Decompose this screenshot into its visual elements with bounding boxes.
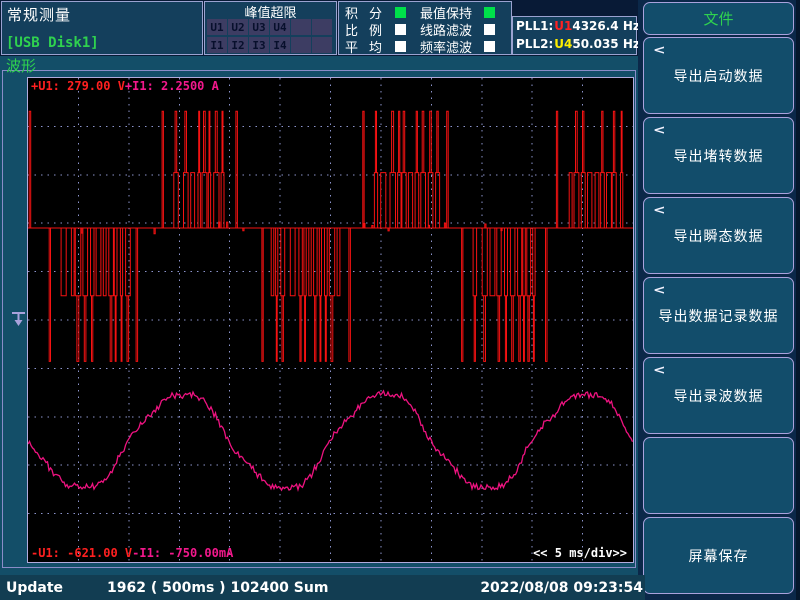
status-counter: 1962 ( 500ms ) 102400 Sum — [107, 580, 328, 596]
sidebar-file-menu: 文件 < 导出启动数据 < 导出堵转数据 < 导出瞬态数据 < 导出数据记录数据 < 导出录波数据… — [638, 0, 800, 600]
sidebar-button-export-record-data[interactable]: < 导出录波数据 — [643, 357, 794, 434]
peak-cell — [312, 37, 332, 53]
sidebar-button-label: 导出录波数据 — [674, 386, 764, 406]
sidebar-button-export-transient-data[interactable]: < 导出瞬态数据 — [643, 197, 794, 274]
peak-cell: U4 — [270, 19, 290, 35]
sidebar-button-label: 导出数据记录数据 — [659, 306, 779, 326]
pll-value: 50.035 Hz — [572, 37, 640, 51]
toggle-indicator-freq-filter[interactable] — [484, 41, 495, 52]
status-datetime: 2022/08/08 09:23:54 — [480, 580, 643, 596]
pll-label: PLL1: — [516, 19, 553, 33]
toggle-row: 积分最值保持 — [345, 4, 495, 20]
u1-max-label: +U1: 279.00 V — [31, 79, 125, 93]
sidebar-button-empty[interactable] — [643, 437, 794, 514]
scale-labels-bottom: -U1: -621.00 V-I1: -750.00mA — [31, 546, 233, 560]
peak-cell — [291, 37, 311, 53]
pll-label: PLL2: — [516, 37, 553, 51]
peak-cell: I3 — [249, 37, 269, 53]
softkey-arrow-icon: < — [653, 363, 667, 377]
status-bar: Update 1962 ( 500ms ) 102400 Sum 2022/08… — [0, 575, 645, 600]
sidebar-button-label: 导出瞬态数据 — [674, 226, 764, 246]
peak-cell: I4 — [270, 37, 290, 53]
pll-row: PLL2:U450.035 Hz — [513, 35, 636, 53]
usb-disk-status: [USB Disk1] — [6, 35, 99, 51]
sidebar-button-export-datalog-data[interactable]: < 导出数据记录数据 — [643, 277, 794, 354]
peak-cell: U3 — [249, 19, 269, 35]
waveform-svg — [28, 78, 633, 562]
timebase-label: << 5 ms/div>> — [533, 546, 627, 560]
softkey-arrow-icon: < — [653, 43, 667, 57]
peak-cell: U1 — [207, 19, 227, 35]
peak-over-limit-row-i: I1I2I3I4 — [207, 37, 332, 53]
peak-over-limit-row-u: U1U2U3U4 — [207, 19, 332, 35]
waveform-tab-label[interactable]: 波形 — [6, 55, 36, 76]
integration-filter-panel: 积分最值保持比例线路滤波平均 频率滤波 — [338, 1, 512, 55]
sidebar-button-export-start-data[interactable]: < 导出启动数据 — [643, 37, 794, 114]
trigger-marker-icon[interactable] — [10, 311, 28, 329]
i1-max-label: +I1: 2.2500 A — [125, 79, 219, 93]
softkey-arrow-icon: < — [653, 203, 667, 217]
sidebar-button-label: 导出启动数据 — [674, 66, 764, 86]
waveform-plot: +U1: 279.00 V+I1: 2.2500 A -U1: -621.00 … — [27, 77, 634, 563]
toggle-indicator-line-filter[interactable] — [484, 24, 495, 35]
u1-min-label: -U1: -621.00 V — [31, 546, 132, 560]
i1-min-label: -I1: -750.00mA — [132, 546, 233, 560]
softkey-arrow-icon: < — [653, 283, 667, 297]
pll-row: PLL1:U14326.4 Hz — [513, 17, 636, 35]
toggle-label-freq-filter: 频率滤波 — [420, 37, 476, 56]
toggle-indicator-ratio[interactable] — [395, 24, 406, 35]
sidebar-button-screen-save[interactable]: 屏幕保存 — [643, 517, 794, 594]
peak-cell — [291, 19, 311, 35]
peak-cell: I1 — [207, 37, 227, 53]
pll-source: U1 — [554, 19, 572, 33]
toggle-indicator-integral[interactable] — [395, 7, 406, 18]
pll-source: U4 — [554, 37, 572, 51]
peak-cell: U2 — [228, 19, 248, 35]
sidebar-button-export-stall-data[interactable]: < 导出堵转数据 — [643, 117, 794, 194]
pll-value: 4326.4 Hz — [572, 19, 640, 33]
sidebar-button-label: 导出堵转数据 — [674, 146, 764, 166]
toggle-indicator-average[interactable] — [395, 41, 406, 52]
mode-title: 常规测量 — [7, 4, 71, 25]
status-update-label: Update — [6, 580, 63, 596]
sidebar-title-file: 文件 — [643, 2, 794, 35]
toggle-indicator-max-hold[interactable] — [484, 7, 495, 18]
toggle-row: 平均 频率滤波 — [345, 38, 495, 54]
peak-cell: I2 — [228, 37, 248, 53]
main-area: 波形 +U1: 279.00 V+I1: 2.2500 A -U1: -621.… — [0, 56, 638, 575]
measurement-mode-panel: 常规测量 [USB Disk1] — [1, 1, 203, 55]
peak-over-limit-panel: 峰值超限 U1U2U3U4 I1I2I3I4 — [204, 1, 337, 55]
toggle-row: 比例线路滤波 — [345, 21, 495, 37]
softkey-arrow-icon: < — [653, 123, 667, 137]
toggle-label-average: 平均 — [345, 37, 387, 56]
scale-labels-top: +U1: 279.00 V+I1: 2.2500 A — [31, 79, 219, 93]
pll-panel: PLL1:U14326.4 HzPLL2:U450.035 Hz — [512, 16, 637, 55]
header-bar: 常规测量 [USB Disk1] 峰值超限 U1U2U3U4 I1I2I3I4 … — [0, 0, 638, 56]
sidebar-button-label: 屏幕保存 — [689, 546, 749, 566]
waveform-panel: +U1: 279.00 V+I1: 2.2500 A -U1: -621.00 … — [2, 70, 636, 568]
peak-cell — [312, 19, 332, 35]
